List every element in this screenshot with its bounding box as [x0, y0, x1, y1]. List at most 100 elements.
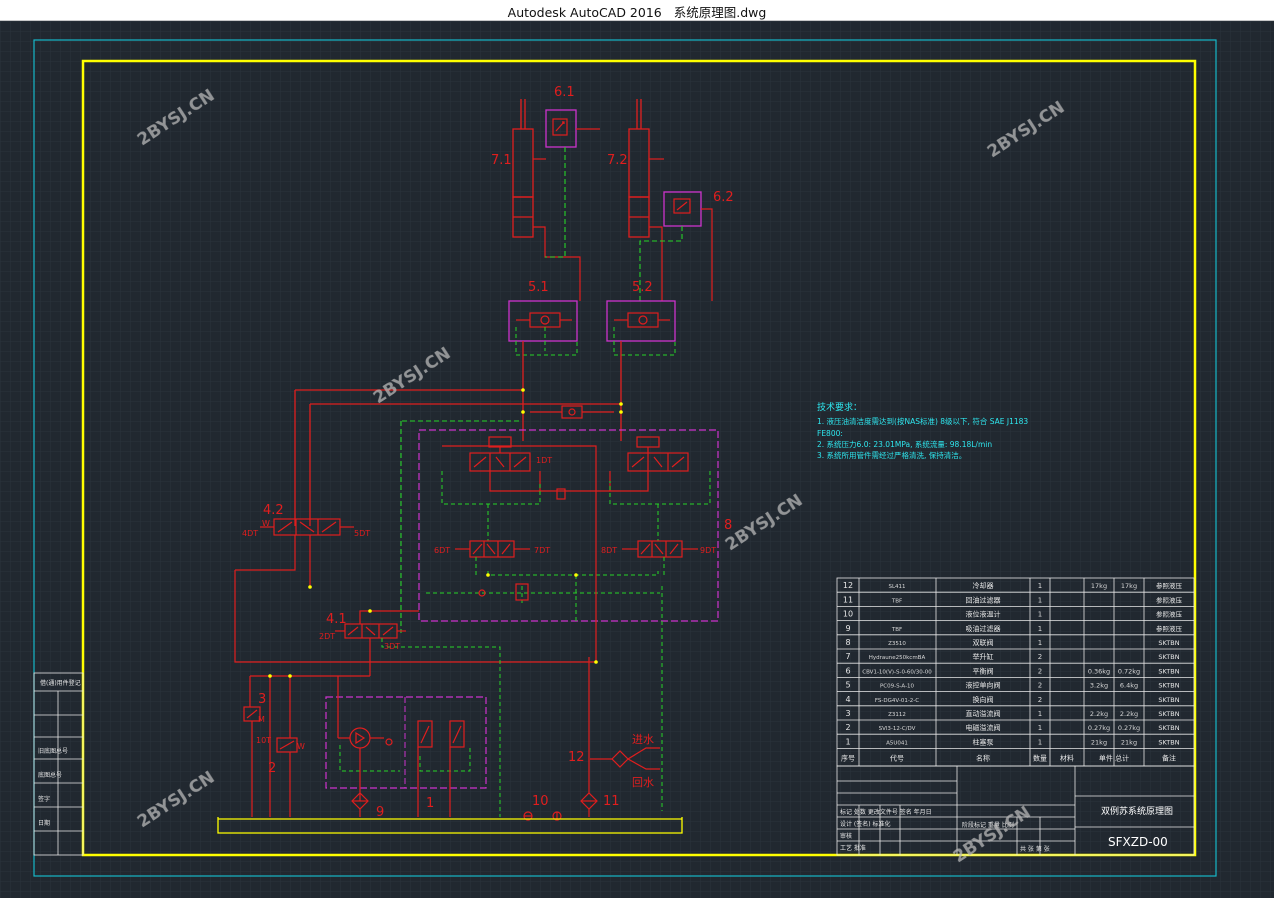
bom-cell-w1: 0.27kg: [1088, 724, 1110, 732]
bom-cell-code: SL411: [888, 584, 905, 590]
label-pump-1: 1: [426, 796, 434, 811]
bom-cell-no: 2: [845, 723, 850, 732]
bom-cell-note: 参照液压: [1156, 624, 1183, 633]
side-cell-0: 借(通)用件登记: [40, 679, 81, 687]
label-check-valve-5-2: 5.2: [632, 280, 653, 295]
bom-cell-note: SKTBN: [1158, 724, 1179, 732]
label-10t: 10T: [256, 736, 271, 745]
window-title-bar: Autodesk AutoCAD 2016 系统原理图.dwg: [0, 0, 1274, 21]
bom-cell-name: 双联阀: [973, 638, 994, 647]
bom-header-name: 名称: [976, 753, 990, 762]
side-cell-4: 日期: [38, 819, 50, 827]
bom-cell-name: 回油过滤器: [966, 595, 1001, 604]
bom-cell-w1: 21kg: [1091, 738, 1107, 746]
title-row-4: 工艺 批准: [840, 844, 866, 852]
bom-cell-qty: 2: [1038, 667, 1042, 675]
bom-cell-name: 冷却器: [973, 581, 994, 590]
label-check-valve-5-1: 5.1: [528, 280, 549, 295]
title-sheet: 共 张 第 张: [1020, 845, 1050, 853]
label-6dt: 6DT: [434, 546, 450, 555]
label-3dt: 3DT: [384, 642, 400, 651]
notes-heading: 技术要求：: [817, 401, 862, 413]
bom-cell-w1: 3.2kg: [1090, 682, 1108, 690]
bom-cell-no: 9: [845, 624, 850, 633]
bom-cell-code: CBV1-10(V)-S-0-60/30-00: [862, 669, 932, 675]
bom-cell-code: TBF: [891, 598, 902, 604]
bom-cell-note: SKTBN: [1158, 653, 1179, 661]
bom-cell-qty: 2: [1038, 653, 1042, 661]
label-2dt: 2DT: [319, 632, 335, 641]
bom-cell-note: SKTBN: [1158, 639, 1179, 647]
bom-cell-qty: 1: [1038, 710, 1042, 718]
bom-cell-no: 12: [843, 581, 853, 590]
bom-cell-name: 液控单向阀: [966, 681, 1001, 690]
label-1dt: 1DT: [536, 456, 552, 465]
label-relief-3: 3: [258, 692, 266, 707]
notes-line-2: FE800:: [817, 429, 843, 438]
bom-cell-code: Hydraune250kcmBA: [869, 655, 926, 661]
bom-header-weight: 单件 总计: [1099, 753, 1129, 762]
notes-line-3: 2. 系统压力6.0: 23.01MPa, 系统流量: 98.18L/min: [817, 439, 992, 449]
bom-cell-no: 7: [845, 652, 850, 661]
bom-cell-note: SKTBN: [1158, 667, 1179, 675]
bom-cell-code: Z3112: [888, 712, 906, 718]
label-filter-9: 9: [376, 805, 384, 820]
bom-cell-w2: 0.27kg: [1118, 724, 1140, 732]
notes-line-1: 1. 液压油清洁度需达到(按NAS标准) 8级以下, 符合 SAE J1183: [817, 416, 1028, 426]
label-5dt: 5DT: [354, 529, 370, 538]
bom-cell-name: 电磁溢流阀: [966, 723, 1001, 732]
label-9dt: 9DT: [700, 546, 716, 555]
bom-cell-name: 液位液温计: [966, 610, 1001, 619]
title-row-2: 设计 (签名) 标准化: [840, 820, 891, 828]
bom-cell-qty: 2: [1038, 696, 1042, 704]
bom-cell-qty: 1: [1038, 738, 1042, 746]
bom-cell-note: SKTBN: [1158, 738, 1179, 746]
bom-cell-name: 吸油过滤器: [966, 624, 1001, 633]
bom-cell-name: 举升缸: [973, 652, 994, 661]
bom-cell-name: 换向阀: [973, 695, 994, 704]
bom-cell-code: PC09-S-A-10: [880, 684, 915, 690]
side-cell-1: 旧底图总号: [38, 747, 68, 755]
title-row-1: 标记 处数 更改文件号 签名 年月日: [840, 808, 932, 816]
bom-cell-w2: 6.4kg: [1120, 682, 1138, 690]
file-name: 系统原理图.dwg: [673, 5, 767, 20]
title-row-3: 审核: [840, 832, 852, 840]
label-gauge-10: 10: [532, 794, 549, 809]
label-7dt: 7DT: [534, 546, 550, 555]
bom-cell-qty: 1: [1038, 596, 1042, 604]
label-8dt: 8DT: [601, 546, 617, 555]
bom-cell-code: A5U041: [886, 740, 908, 746]
label-4dt: 4DT: [242, 529, 258, 538]
bom-cell-w2: 21kg: [1121, 738, 1137, 746]
bom-cell-w2: 2.2kg: [1120, 710, 1138, 718]
bom-cell-no: 4: [845, 695, 850, 704]
drawing-canvas[interactable]: 借(通)用件登记 旧底图总号 底图总号 签字 日期 6.1 6.2 7.1 7.…: [0, 21, 1274, 898]
bom-cell-w1: 0.36kg: [1088, 667, 1110, 675]
bom-header-code: 代号: [890, 753, 904, 762]
side-cell-2: 底图总号: [38, 771, 62, 779]
bom-cell-qty: 1: [1038, 611, 1042, 619]
bom-cell-qty: 1: [1038, 582, 1042, 590]
bom-cell-code: SVl3-12-C/DV: [879, 726, 916, 732]
bom-cell-code: FS-DG4V-01-2-C: [875, 698, 919, 704]
bom-cell-note: SKTBN: [1158, 682, 1179, 690]
label-m: M: [258, 715, 265, 724]
bom-cell-no: 5: [845, 681, 850, 690]
bom-cell-w1: 2.2kg: [1090, 710, 1108, 718]
bom-cell-note: 参照液压: [1156, 581, 1183, 590]
notes-line-4: 3. 系统所用管件需经过严格清洗, 保持清洁。: [817, 450, 966, 460]
bom-cell-note: 参照液压: [1156, 595, 1183, 604]
bom-header-mat: 材料: [1060, 753, 1074, 762]
bom-cell-name: 直动溢流阀: [966, 709, 1001, 718]
drawing-number: SFXZD-00: [1108, 835, 1168, 849]
bom-cell-w1: 17kg: [1091, 582, 1107, 590]
bom-cell-no: 3: [845, 709, 850, 718]
label-valve-4-2: 4.2: [263, 503, 284, 518]
label-relief-2: 2: [268, 761, 276, 776]
bom-cell-note: SKTBN: [1158, 710, 1179, 718]
bom-cell-no: 6: [845, 666, 850, 675]
bom-header-no: 序号: [841, 753, 855, 762]
label-block-8: 8: [724, 518, 732, 533]
bom-cell-note: 参照液压: [1156, 610, 1183, 619]
bom-cell-note: SKTBN: [1158, 696, 1179, 704]
